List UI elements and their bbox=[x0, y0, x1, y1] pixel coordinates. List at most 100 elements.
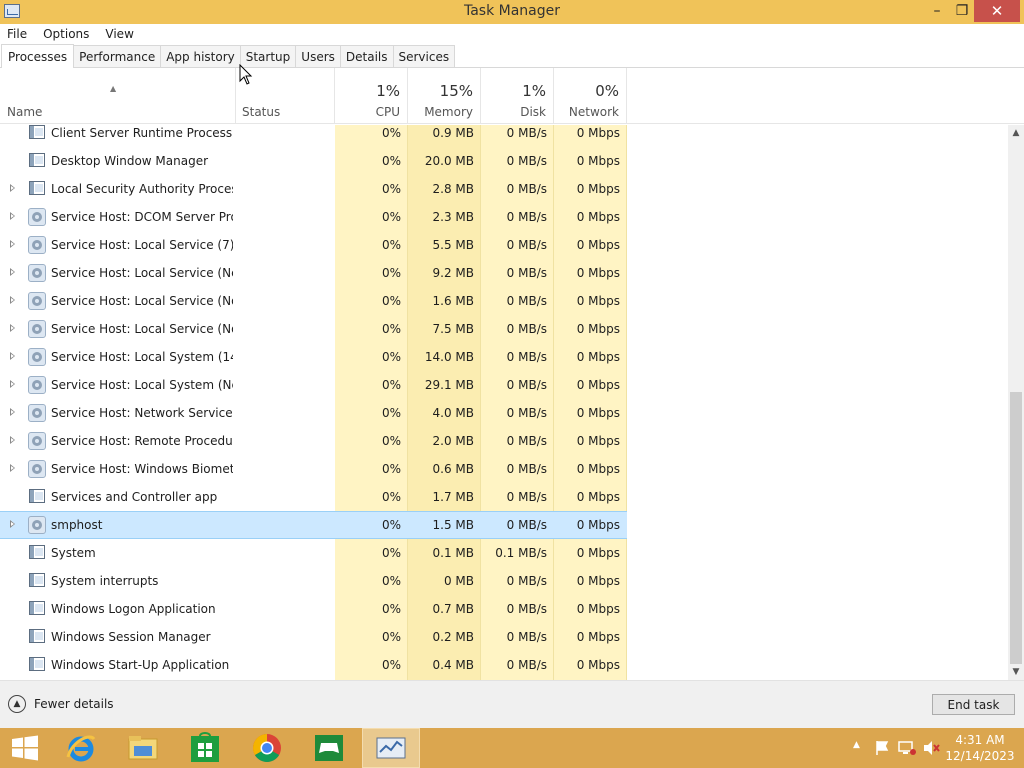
process-row[interactable]: Service Host: Remote Procedure... 0% 2.0 M… bbox=[0, 427, 1008, 455]
column-name[interactable]: ▲ Name bbox=[0, 68, 235, 124]
expand-arrow-icon[interactable] bbox=[10, 184, 15, 192]
expand-arrow-icon[interactable] bbox=[10, 520, 15, 528]
gear-icon bbox=[28, 432, 46, 450]
expand-arrow-icon[interactable] bbox=[10, 240, 15, 248]
menu-file[interactable]: File bbox=[0, 27, 35, 41]
action-center-flag-icon[interactable] bbox=[874, 740, 890, 756]
vertical-scrollbar[interactable]: ▲ ▼ bbox=[1008, 125, 1024, 680]
process-row[interactable]: Services and Controller app 0% 1.7 MB 0 MB/… bbox=[0, 483, 1008, 511]
show-hidden-icons-icon[interactable]: ▲ bbox=[853, 740, 860, 750]
restore-button[interactable]: ❐ bbox=[950, 0, 974, 22]
process-network: 0 Mbps bbox=[576, 574, 620, 588]
column-memory[interactable]: 15% Memory bbox=[408, 68, 481, 124]
process-memory: 1.5 MB bbox=[432, 518, 474, 532]
process-row[interactable]: Local Security Authority Process... 0% 2.8… bbox=[0, 175, 1008, 203]
expand-arrow-icon[interactable] bbox=[10, 408, 15, 416]
process-row[interactable]: Windows Logon Application 0% 0.7 MB 0 MB/s 0… bbox=[0, 595, 1008, 623]
network-icon[interactable] bbox=[898, 740, 916, 756]
process-cpu: 0% bbox=[381, 406, 401, 420]
process-memory: 4.0 MB bbox=[432, 406, 474, 420]
column-cpu[interactable]: 1% CPU bbox=[335, 68, 408, 124]
tab-processes[interactable]: Processes bbox=[1, 44, 75, 68]
process-name: Service Host: Remote Procedure... bbox=[51, 434, 233, 448]
scroll-down-icon[interactable]: ▼ bbox=[1008, 664, 1024, 680]
process-row[interactable]: System interrupts 0% 0 MB 0 MB/s 0 Mbps bbox=[0, 567, 1008, 595]
window-icon bbox=[29, 657, 45, 671]
tab-services[interactable]: Services bbox=[392, 45, 456, 67]
title-bar[interactable]: Task Manager – ❐ ✕ bbox=[0, 0, 1024, 24]
start-button[interactable] bbox=[0, 728, 50, 768]
expand-arrow-icon[interactable] bbox=[10, 212, 15, 220]
file-explorer-icon[interactable] bbox=[114, 728, 172, 768]
process-row[interactable]: Service Host: Local System (14) 0% 14.0 MB… bbox=[0, 343, 1008, 371]
process-name: Service Host: Local System (14) bbox=[51, 350, 233, 364]
tab-details[interactable]: Details bbox=[339, 45, 394, 67]
system-clock[interactable]: 4:31 AM 12/14/2023 bbox=[940, 732, 1020, 764]
process-row[interactable]: System 0% 0.1 MB 0.1 MB/s 0 Mbps bbox=[0, 539, 1008, 567]
internet-explorer-icon[interactable] bbox=[52, 728, 110, 768]
minimize-button[interactable]: – bbox=[924, 0, 950, 22]
clock-time: 4:31 AM bbox=[955, 733, 1005, 747]
expand-arrow-icon[interactable] bbox=[10, 464, 15, 472]
process-name: Service Host: Local Service (No ... bbox=[51, 322, 233, 336]
process-disk: 0 MB/s bbox=[506, 378, 547, 392]
process-name: Services and Controller app bbox=[51, 490, 218, 504]
process-name: Service Host: Windows Biometric bbox=[51, 462, 233, 476]
gear-icon bbox=[28, 404, 46, 422]
close-button[interactable]: ✕ bbox=[974, 0, 1020, 22]
process-cpu: 0% bbox=[381, 546, 401, 560]
scroll-thumb[interactable] bbox=[1010, 392, 1022, 664]
chevron-up-circle-icon[interactable]: ▲ bbox=[8, 695, 26, 713]
expand-arrow-icon[interactable] bbox=[10, 380, 15, 388]
window-icon bbox=[29, 629, 45, 643]
window-icon bbox=[29, 153, 45, 167]
process-memory: 29.1 MB bbox=[424, 378, 474, 392]
store-icon[interactable] bbox=[176, 728, 234, 768]
column-cpu-label: CPU bbox=[375, 105, 400, 119]
memory-total: 15% bbox=[439, 82, 473, 100]
process-disk: 0 MB/s bbox=[506, 238, 547, 252]
volume-muted-icon[interactable] bbox=[922, 740, 940, 756]
menu-bar: File Options View bbox=[0, 24, 1024, 44]
menu-options[interactable]: Options bbox=[35, 27, 97, 41]
tab-performance[interactable]: Performance bbox=[73, 45, 162, 67]
process-row[interactable]: Desktop Window Manager 0% 20.0 MB 0 MB/s 0 M… bbox=[0, 147, 1008, 175]
fewer-details-link[interactable]: Fewer details bbox=[34, 697, 114, 711]
process-row[interactable]: Service Host: DCOM Server Proc... 0% 2.3 M… bbox=[0, 203, 1008, 231]
column-network[interactable]: 0% Network bbox=[554, 68, 627, 124]
scroll-up-icon[interactable]: ▲ bbox=[1008, 125, 1024, 141]
process-memory: 9.2 MB bbox=[432, 266, 474, 280]
expand-arrow-icon[interactable] bbox=[10, 436, 15, 444]
xbox-games-icon[interactable] bbox=[300, 728, 358, 768]
process-memory: 0.7 MB bbox=[432, 602, 474, 616]
expand-arrow-icon[interactable] bbox=[10, 352, 15, 360]
expand-arrow-icon[interactable] bbox=[10, 324, 15, 332]
column-disk[interactable]: 1% Disk bbox=[481, 68, 554, 124]
process-row[interactable]: Service Host: Windows Biometric 0% 0.6 MB 0… bbox=[0, 455, 1008, 483]
end-task-button[interactable]: End task bbox=[932, 694, 1015, 715]
menu-view[interactable]: View bbox=[97, 27, 141, 41]
process-row[interactable]: Service Host: Local Service (7) 0% 5.5 MB 0… bbox=[0, 231, 1008, 259]
process-row[interactable]: smphost 0% 1.5 MB 0 MB/s 0 Mbps bbox=[0, 511, 1008, 539]
process-list[interactable]: Client Server Runtime Process 0% 0.9 MB 0 M… bbox=[0, 125, 1008, 680]
process-disk: 0 MB/s bbox=[506, 602, 547, 616]
process-row[interactable]: Windows Session Manager 0% 0.2 MB 0 MB/s 0 M… bbox=[0, 623, 1008, 651]
process-row[interactable]: Service Host: Local Service (No I... 0% 1.… bbox=[0, 287, 1008, 315]
process-row[interactable]: Service Host: Local Service (No ... 0% 7.5… bbox=[0, 315, 1008, 343]
process-row[interactable]: Service Host: Network Service (4) 0% 4.0 M… bbox=[0, 399, 1008, 427]
process-memory: 0.2 MB bbox=[432, 630, 474, 644]
tab-app-history[interactable]: App history bbox=[160, 45, 241, 67]
process-name: Service Host: Local Service (Net... bbox=[51, 266, 233, 280]
task-manager-taskbar-button[interactable] bbox=[362, 728, 420, 768]
process-row[interactable]: Service Host: Local Service (Net... 0% 9.2… bbox=[0, 259, 1008, 287]
process-row[interactable]: Client Server Runtime Process 0% 0.9 MB 0 M… bbox=[0, 125, 1008, 147]
process-name: Windows Logon Application bbox=[51, 602, 216, 616]
process-name: Windows Start-Up Application bbox=[51, 658, 230, 672]
expand-arrow-icon[interactable] bbox=[10, 268, 15, 276]
column-name-label: Name bbox=[7, 105, 43, 119]
process-row[interactable]: Windows Start-Up Application 0% 0.4 MB 0 MB… bbox=[0, 651, 1008, 679]
expand-arrow-icon[interactable] bbox=[10, 296, 15, 304]
chrome-icon[interactable] bbox=[238, 728, 296, 768]
tab-users[interactable]: Users bbox=[295, 45, 341, 67]
process-row[interactable]: Service Host: Local System (Net... 0% 29.1… bbox=[0, 371, 1008, 399]
